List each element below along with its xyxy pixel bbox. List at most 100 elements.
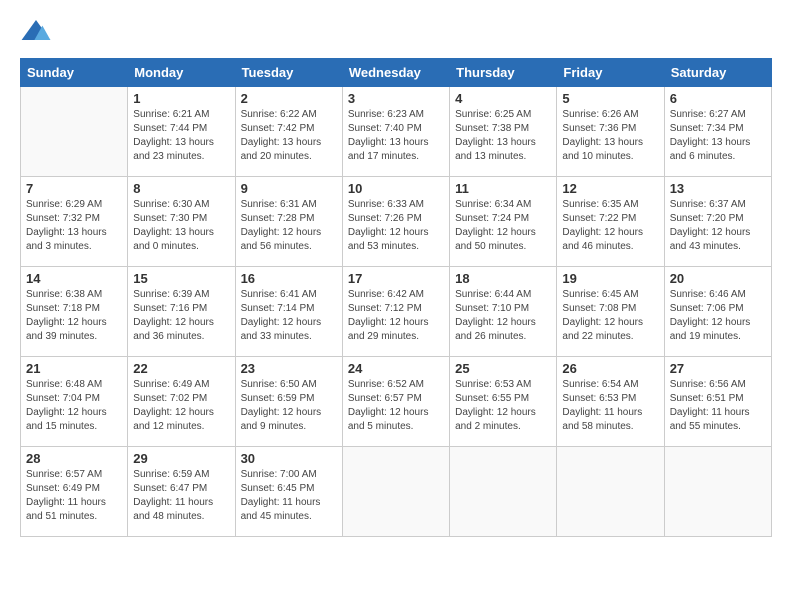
- calendar: SundayMondayTuesdayWednesdayThursdayFrid…: [20, 58, 772, 537]
- day-number: 26: [562, 361, 658, 376]
- calendar-cell: 6Sunrise: 6:27 AM Sunset: 7:34 PM Daylig…: [664, 87, 771, 177]
- day-info: Sunrise: 6:26 AM Sunset: 7:36 PM Dayligh…: [562, 108, 658, 164]
- day-number: 13: [670, 181, 766, 196]
- page-header: [20, 16, 772, 48]
- day-number: 15: [133, 271, 229, 286]
- calendar-cell: 24 Sunrise: 6:52 AM Sunset: 6:57 PM Dayli…: [342, 357, 449, 447]
- week-row-3: 21 Sunrise: 6:48 AM Sunset: 7:04 PM Dayli…: [21, 357, 772, 447]
- day-info: Sunrise: 6:39 AM Sunset: 7:16 PM Dayligh…: [133, 288, 229, 344]
- day-number: 8: [133, 181, 229, 196]
- day-number: 14: [26, 271, 122, 286]
- day-info: Sunrise: 6:25 AM Sunset: 7:38 PM Dayligh…: [455, 108, 551, 164]
- day-number: 3: [348, 91, 444, 106]
- calendar-cell: 8 Sunrise: 6:30 AM Sunset: 7:30 PM Daylig…: [128, 177, 235, 267]
- day-number: 22: [133, 361, 229, 376]
- day-info: Sunrise: 6:33 AM Sunset: 7:26 PM Dayligh…: [348, 198, 444, 254]
- calendar-cell: 21 Sunrise: 6:48 AM Sunset: 7:04 PM Dayli…: [21, 357, 128, 447]
- calendar-cell: 19 Sunrise: 6:45 AM Sunset: 7:08 PM Dayli…: [557, 267, 664, 357]
- day-info: Sunrise: 6:21 AM Sunset: 7:44 PM Dayligh…: [133, 108, 229, 164]
- calendar-cell: 30 Sunrise: 7:00 AM Sunset: 6:45 PM Dayli…: [235, 447, 342, 537]
- calendar-cell: 29 Sunrise: 6:59 AM Sunset: 6:47 PM Dayli…: [128, 447, 235, 537]
- day-number: 20: [670, 271, 766, 286]
- day-number: 11: [455, 181, 551, 196]
- day-info: Sunrise: 6:34 AM Sunset: 7:24 PM Dayligh…: [455, 198, 551, 254]
- header-monday: Monday: [128, 59, 235, 87]
- header-row: SundayMondayTuesdayWednesdayThursdayFrid…: [21, 59, 772, 87]
- calendar-cell: 23 Sunrise: 6:50 AM Sunset: 6:59 PM Dayli…: [235, 357, 342, 447]
- calendar-cell: 13Sunrise: 6:37 AM Sunset: 7:20 PM Dayli…: [664, 177, 771, 267]
- day-number: 2: [241, 91, 337, 106]
- day-info: Sunrise: 6:53 AM Sunset: 6:55 PM Dayligh…: [455, 378, 551, 434]
- day-info: Sunrise: 6:22 AM Sunset: 7:42 PM Dayligh…: [241, 108, 337, 164]
- day-info: Sunrise: 6:50 AM Sunset: 6:59 PM Dayligh…: [241, 378, 337, 434]
- calendar-cell: [21, 87, 128, 177]
- header-thursday: Thursday: [450, 59, 557, 87]
- day-info: Sunrise: 6:42 AM Sunset: 7:12 PM Dayligh…: [348, 288, 444, 344]
- day-number: 24: [348, 361, 444, 376]
- day-info: Sunrise: 6:52 AM Sunset: 6:57 PM Dayligh…: [348, 378, 444, 434]
- calendar-cell: 14 Sunrise: 6:38 AM Sunset: 7:18 PM Dayli…: [21, 267, 128, 357]
- day-number: 18: [455, 271, 551, 286]
- day-number: 29: [133, 451, 229, 466]
- day-number: 1: [133, 91, 229, 106]
- calendar-cell: 18 Sunrise: 6:44 AM Sunset: 7:10 PM Dayli…: [450, 267, 557, 357]
- header-friday: Friday: [557, 59, 664, 87]
- logo: [20, 16, 56, 48]
- header-saturday: Saturday: [664, 59, 771, 87]
- calendar-cell: 10 Sunrise: 6:33 AM Sunset: 7:26 PM Dayli…: [342, 177, 449, 267]
- calendar-cell: 5 Sunrise: 6:26 AM Sunset: 7:36 PM Daylig…: [557, 87, 664, 177]
- day-info: Sunrise: 6:29 AM Sunset: 7:32 PM Dayligh…: [26, 198, 122, 254]
- day-number: 6: [670, 91, 766, 106]
- day-info: Sunrise: 6:46 AM Sunset: 7:06 PM Dayligh…: [670, 288, 766, 344]
- header-wednesday: Wednesday: [342, 59, 449, 87]
- week-row-2: 14 Sunrise: 6:38 AM Sunset: 7:18 PM Dayli…: [21, 267, 772, 357]
- day-info: Sunrise: 6:59 AM Sunset: 6:47 PM Dayligh…: [133, 468, 229, 524]
- calendar-cell: 9 Sunrise: 6:31 AM Sunset: 7:28 PM Daylig…: [235, 177, 342, 267]
- week-row-4: 28 Sunrise: 6:57 AM Sunset: 6:49 PM Dayli…: [21, 447, 772, 537]
- day-info: Sunrise: 6:30 AM Sunset: 7:30 PM Dayligh…: [133, 198, 229, 254]
- calendar-cell: 26 Sunrise: 6:54 AM Sunset: 6:53 PM Dayli…: [557, 357, 664, 447]
- calendar-cell: 25Sunrise: 6:53 AM Sunset: 6:55 PM Dayli…: [450, 357, 557, 447]
- day-number: 9: [241, 181, 337, 196]
- day-number: 10: [348, 181, 444, 196]
- day-number: 30: [241, 451, 337, 466]
- calendar-cell: 15 Sunrise: 6:39 AM Sunset: 7:16 PM Dayli…: [128, 267, 235, 357]
- day-info: Sunrise: 6:41 AM Sunset: 7:14 PM Dayligh…: [241, 288, 337, 344]
- day-info: Sunrise: 6:35 AM Sunset: 7:22 PM Dayligh…: [562, 198, 658, 254]
- calendar-cell: 17Sunrise: 6:42 AM Sunset: 7:12 PM Dayli…: [342, 267, 449, 357]
- day-number: 27: [670, 361, 766, 376]
- calendar-cell: 3 Sunrise: 6:23 AM Sunset: 7:40 PM Daylig…: [342, 87, 449, 177]
- day-number: 28: [26, 451, 122, 466]
- day-info: Sunrise: 6:54 AM Sunset: 6:53 PM Dayligh…: [562, 378, 658, 434]
- day-number: 19: [562, 271, 658, 286]
- day-number: 16: [241, 271, 337, 286]
- day-info: Sunrise: 6:48 AM Sunset: 7:04 PM Dayligh…: [26, 378, 122, 434]
- calendar-cell: [450, 447, 557, 537]
- day-info: Sunrise: 6:31 AM Sunset: 7:28 PM Dayligh…: [241, 198, 337, 254]
- calendar-cell: 1 Sunrise: 6:21 AM Sunset: 7:44 PM Daylig…: [128, 87, 235, 177]
- calendar-cell: 20 Sunrise: 6:46 AM Sunset: 7:06 PM Dayli…: [664, 267, 771, 357]
- header-tuesday: Tuesday: [235, 59, 342, 87]
- day-info: Sunrise: 6:44 AM Sunset: 7:10 PM Dayligh…: [455, 288, 551, 344]
- day-info: Sunrise: 6:23 AM Sunset: 7:40 PM Dayligh…: [348, 108, 444, 164]
- day-number: 5: [562, 91, 658, 106]
- day-info: Sunrise: 6:45 AM Sunset: 7:08 PM Dayligh…: [562, 288, 658, 344]
- calendar-cell: [342, 447, 449, 537]
- calendar-cell: 2 Sunrise: 6:22 AM Sunset: 7:42 PM Daylig…: [235, 87, 342, 177]
- day-info: Sunrise: 6:56 AM Sunset: 6:51 PM Dayligh…: [670, 378, 766, 434]
- day-info: Sunrise: 6:49 AM Sunset: 7:02 PM Dayligh…: [133, 378, 229, 434]
- day-number: 7: [26, 181, 122, 196]
- calendar-cell: 7 Sunrise: 6:29 AM Sunset: 7:32 PM Daylig…: [21, 177, 128, 267]
- day-number: 12: [562, 181, 658, 196]
- day-number: 21: [26, 361, 122, 376]
- day-number: 4: [455, 91, 551, 106]
- calendar-cell: [664, 447, 771, 537]
- day-info: Sunrise: 6:57 AM Sunset: 6:49 PM Dayligh…: [26, 468, 122, 524]
- week-row-0: 1 Sunrise: 6:21 AM Sunset: 7:44 PM Daylig…: [21, 87, 772, 177]
- day-info: Sunrise: 7:00 AM Sunset: 6:45 PM Dayligh…: [241, 468, 337, 524]
- day-number: 23: [241, 361, 337, 376]
- day-info: Sunrise: 6:38 AM Sunset: 7:18 PM Dayligh…: [26, 288, 122, 344]
- calendar-cell: 12 Sunrise: 6:35 AM Sunset: 7:22 PM Dayli…: [557, 177, 664, 267]
- calendar-cell: 11 Sunrise: 6:34 AM Sunset: 7:24 PM Dayli…: [450, 177, 557, 267]
- calendar-cell: 4 Sunrise: 6:25 AM Sunset: 7:38 PM Daylig…: [450, 87, 557, 177]
